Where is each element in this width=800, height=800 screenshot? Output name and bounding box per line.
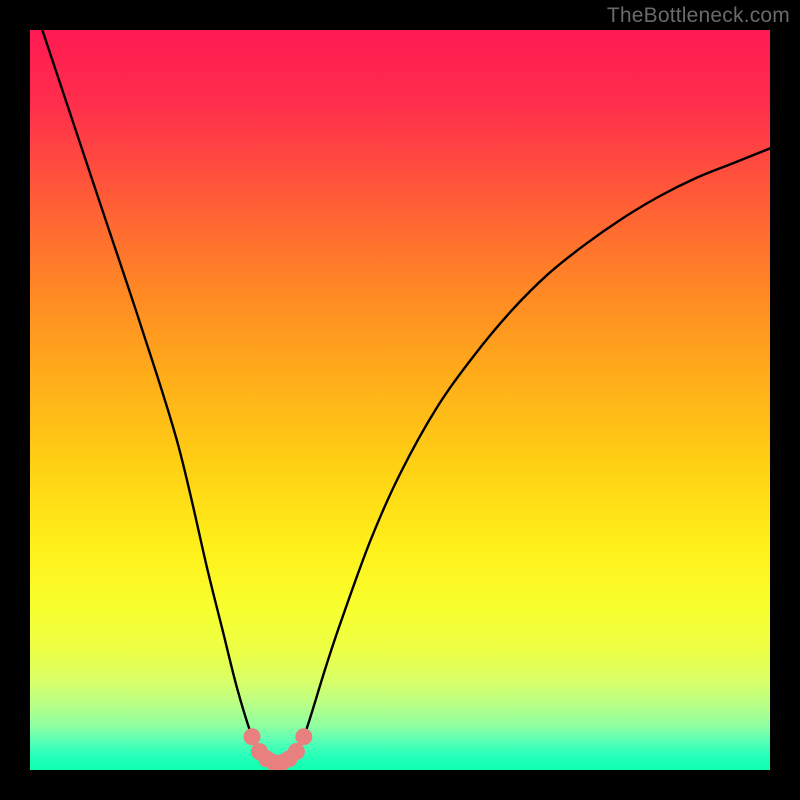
- plot-area: [30, 30, 770, 770]
- curve-svg: [30, 30, 770, 770]
- chart-frame: TheBottleneck.com: [0, 0, 800, 800]
- watermark-label: TheBottleneck.com: [607, 4, 790, 28]
- bottleneck-curve: [30, 30, 770, 763]
- valley-marker-group: [244, 728, 313, 770]
- valley-marker: [295, 728, 312, 745]
- valley-marker: [244, 728, 261, 745]
- valley-marker: [288, 743, 305, 760]
